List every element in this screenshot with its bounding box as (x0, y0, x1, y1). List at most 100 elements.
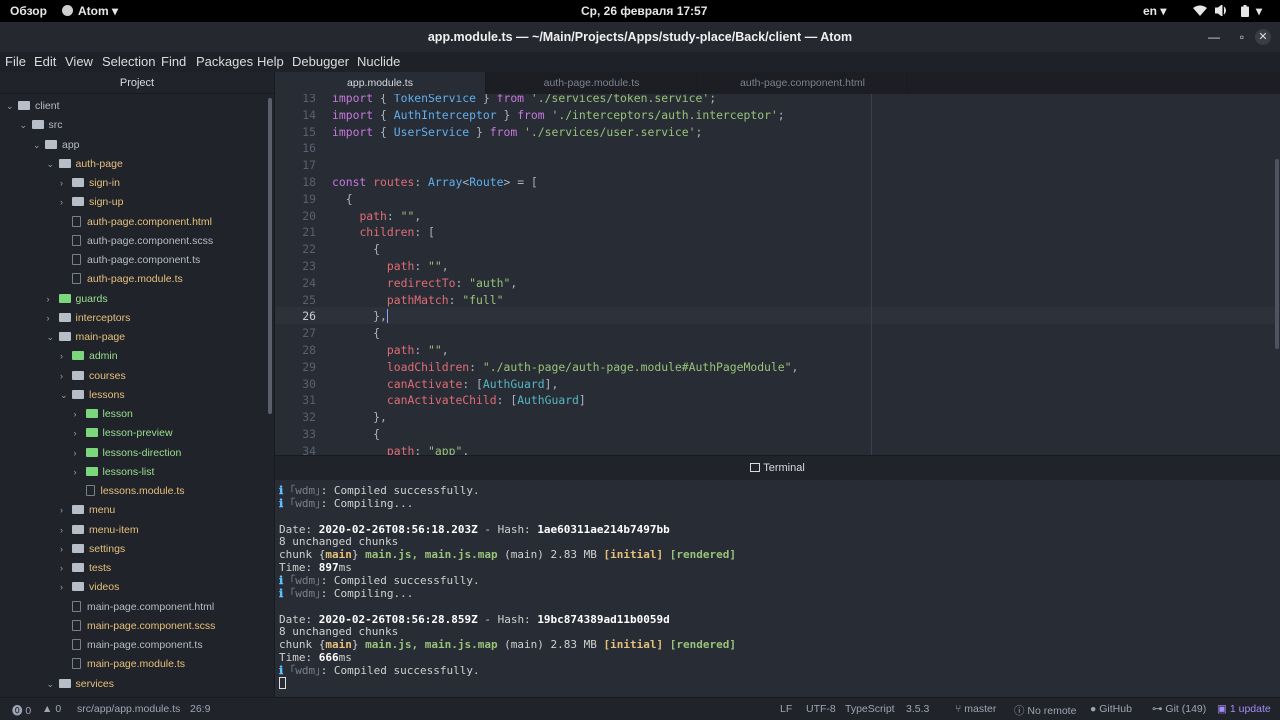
git-button[interactable]: ⊶ Git (149) (1152, 703, 1206, 715)
tab-auth-page-module[interactable]: auth-page.module.ts (486, 72, 698, 94)
battery-icon[interactable] (1241, 5, 1249, 17)
menu-edit[interactable]: Edit (34, 54, 56, 69)
menu-file[interactable]: File (5, 54, 26, 69)
code-line[interactable]: loadChildren: "./auth-page/auth-page.mod… (332, 359, 798, 376)
grammar[interactable]: TypeScript (845, 703, 895, 715)
terminal-prompt[interactable] (279, 676, 286, 690)
code-line[interactable]: path: "", (332, 258, 449, 275)
tree-item[interactable]: › lessons-direction (74, 444, 182, 463)
menu-debugger[interactable]: Debugger (292, 54, 349, 69)
terminal-header[interactable]: Terminal (275, 455, 1280, 480)
line-number[interactable]: 25 (276, 292, 316, 309)
tree-item[interactable]: › interceptors (47, 309, 131, 328)
line-number[interactable]: 24 (276, 275, 316, 292)
menu-nuclide[interactable]: Nuclide (357, 54, 400, 69)
tree-item[interactable]: auth-page.component.scss (60, 232, 213, 251)
clock[interactable]: Ср, 26 февраля 17:57 (581, 4, 707, 18)
tree-item[interactable]: ⌄ main-page (47, 328, 126, 347)
code-line[interactable]: import { AuthInterceptor } from './inter… (332, 107, 785, 124)
tree-item[interactable]: ⌄ services (47, 675, 115, 694)
line-number[interactable]: 21 (276, 224, 316, 241)
code-line[interactable]: const routes: Array<Route> = [ (332, 174, 538, 191)
line-number[interactable]: 33 (276, 426, 316, 443)
code-line[interactable]: children: [ (332, 224, 434, 241)
code-line[interactable]: canActivateChild: [AuthGuard] (332, 392, 586, 409)
tab-app-module[interactable]: app.module.ts (275, 72, 486, 94)
line-number[interactable]: 28 (276, 342, 316, 359)
code-line[interactable]: import { UserService } from './services/… (332, 124, 702, 141)
line-number[interactable]: 13 (276, 94, 316, 107)
tree-item[interactable]: › admin (60, 347, 118, 366)
tree-item[interactable]: › sign-up (60, 193, 123, 212)
tree-item[interactable]: ⌄ client (6, 97, 60, 116)
tree-item[interactable]: auth-page.module.ts (60, 270, 183, 289)
tree-item[interactable]: › lesson-preview (74, 424, 173, 443)
code-line[interactable]: redirectTo: "auth", (332, 275, 517, 292)
update-button[interactable]: ▣ 1 update (1217, 703, 1271, 715)
app-menu[interactable]: Atom ▾ (62, 4, 118, 18)
tree-scrollbar[interactable] (268, 98, 272, 414)
code-line[interactable]: pathMatch: "full" (332, 292, 504, 309)
system-menu-chevron-icon[interactable]: ▾ (1256, 4, 1262, 18)
line-number[interactable]: 15 (276, 124, 316, 141)
tree-item[interactable]: › lesson (74, 405, 133, 424)
tree-item[interactable]: lessons.module.ts (74, 482, 185, 501)
git-remote[interactable]: ⓘ No remote (1014, 703, 1076, 718)
tree-item[interactable]: › tests (60, 559, 111, 578)
code-line[interactable]: { (332, 426, 380, 443)
tree-item[interactable]: main-page.component.ts (60, 636, 203, 655)
code-line[interactable]: }, (332, 409, 387, 426)
line-number[interactable]: 27 (276, 325, 316, 342)
code-line[interactable]: { (332, 241, 380, 258)
tree-item[interactable]: ⌄ lessons (60, 386, 125, 405)
volume-icon[interactable] (1215, 5, 1227, 16)
menu-find[interactable]: Find (161, 54, 186, 69)
minimize-icon[interactable]: — (1208, 22, 1220, 52)
tree-item[interactable]: main-page.module.ts (60, 655, 185, 674)
tree-item[interactable]: auth-page.component.html (60, 213, 212, 232)
tree-item[interactable]: ⌄ auth-page (47, 155, 123, 174)
line-number[interactable]: 26 (276, 308, 316, 325)
line-number[interactable]: 19 (276, 191, 316, 208)
line-ending[interactable]: LF (780, 703, 792, 715)
tree-item[interactable]: › menu (60, 501, 115, 520)
line-number[interactable]: 20 (276, 208, 316, 225)
menu-selection[interactable]: Selection (102, 54, 155, 69)
code-line[interactable]: path: "", (332, 342, 449, 359)
tree-item[interactable]: ⌄ src (20, 116, 63, 135)
line-number[interactable]: 32 (276, 409, 316, 426)
code-line[interactable]: path: "", (332, 208, 421, 225)
menu-help[interactable]: Help (257, 54, 284, 69)
tree-item[interactable]: › settings (60, 540, 125, 559)
line-number-gutter[interactable]: 13 14 15 16 17 18 19 20 21 22 23 24 25 26 27 28 29 30 31 32… (275, 94, 320, 455)
tree-item[interactable]: › guards (47, 290, 108, 309)
github-button[interactable]: ● GitHub (1090, 703, 1132, 715)
line-number[interactable]: 30 (276, 376, 316, 393)
line-number[interactable]: 14 (276, 107, 316, 124)
line-number[interactable]: 34 (276, 443, 316, 455)
wifi-icon[interactable] (1193, 5, 1207, 16)
tree-item[interactable]: main-page.component.scss (60, 617, 215, 636)
tree-item[interactable]: › menu-item (60, 521, 139, 540)
cursor-position[interactable]: 26:9 (190, 703, 210, 715)
line-number[interactable]: 29 (276, 359, 316, 376)
activities-button[interactable]: Обзор (10, 4, 47, 18)
menu-view[interactable]: View (65, 54, 93, 69)
code-lines[interactable]: import { TokenService } from './services… (332, 94, 1272, 455)
close-icon[interactable]: ✕ (1255, 29, 1271, 45)
tree-item[interactable]: › videos (60, 578, 119, 597)
line-number[interactable]: 23 (276, 258, 316, 275)
tree-item[interactable]: auth-page.component.ts (60, 251, 200, 270)
ts-version[interactable]: 3.5.3 (906, 703, 929, 715)
code-line[interactable]: path: "app", (332, 443, 469, 455)
line-number[interactable]: 18 (276, 174, 316, 191)
encoding[interactable]: UTF-8 (806, 703, 836, 715)
code-line[interactable]: import { TokenService } from './services… (332, 94, 716, 107)
tree-item[interactable]: › courses (60, 367, 126, 386)
language-indicator[interactable]: en ▾ (1143, 4, 1166, 18)
tree-item[interactable]: main-page.component.html (60, 598, 214, 617)
code-line[interactable]: }, (332, 308, 388, 325)
code-line[interactable]: { (332, 325, 380, 342)
code-editor[interactable]: 13 14 15 16 17 18 19 20 21 22 23 24 25 26 27 28 29 30 31 32… (275, 94, 1280, 455)
line-number[interactable]: 22 (276, 241, 316, 258)
